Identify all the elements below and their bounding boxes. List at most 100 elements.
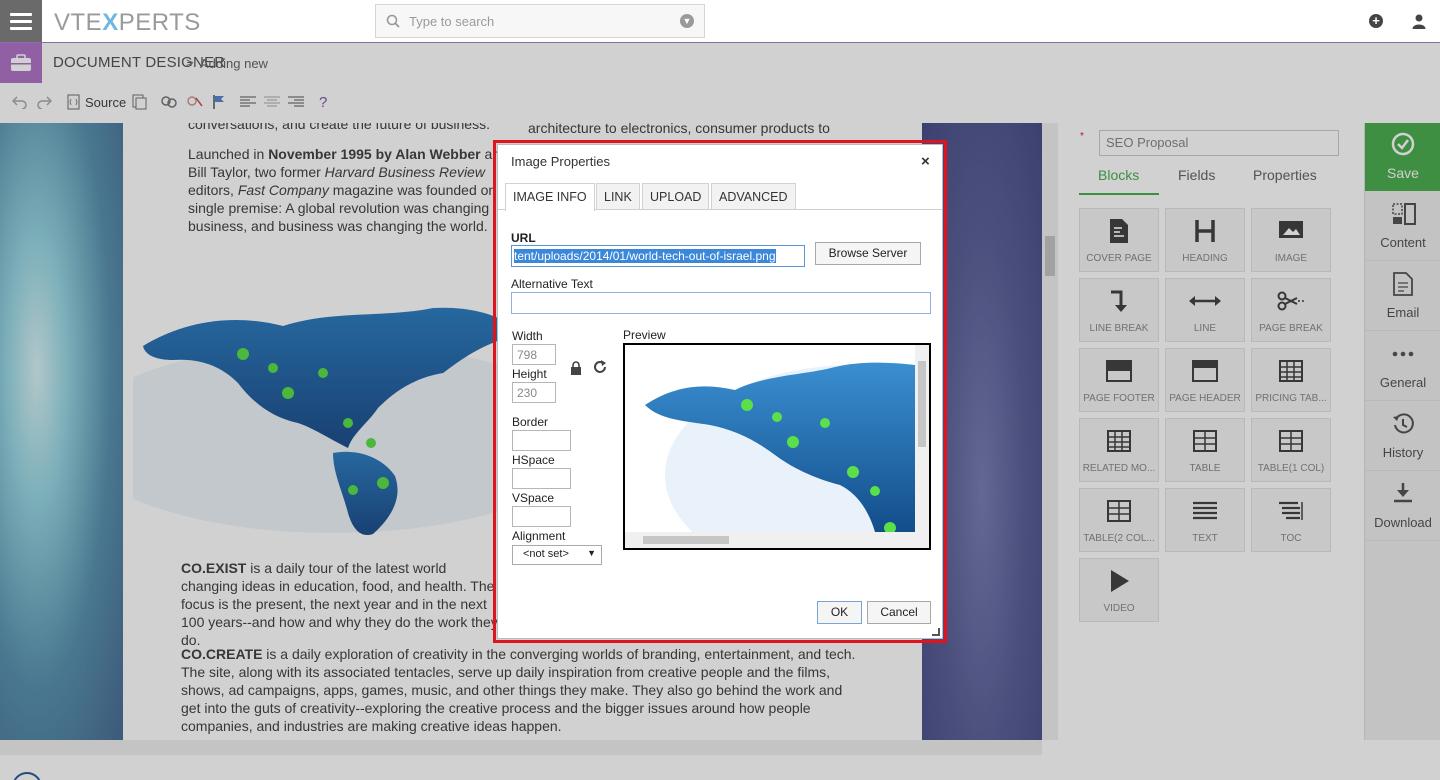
block-table[interactable]: TABLE bbox=[1165, 418, 1245, 482]
anchor-flag-icon[interactable] bbox=[212, 93, 226, 111]
tab-image-info[interactable]: IMAGE INFO bbox=[505, 183, 595, 211]
width-label: Width bbox=[512, 329, 543, 343]
sidebar-item-history[interactable]: History bbox=[1365, 401, 1440, 471]
source-button[interactable]: Source bbox=[66, 93, 126, 111]
block-table-1-col[interactable]: TABLE(1 COL) bbox=[1251, 418, 1331, 482]
alt-text-label: Alternative Text bbox=[511, 277, 593, 291]
table-icon bbox=[1107, 430, 1131, 452]
status-logo-icon bbox=[12, 772, 42, 780]
block-toc[interactable]: TOC bbox=[1251, 488, 1331, 552]
paragraph-coexist: CO.EXIST is a daily tour of the latest w… bbox=[181, 560, 498, 648]
heading-icon bbox=[1195, 220, 1215, 242]
tab-upload[interactable]: UPLOAD bbox=[642, 183, 710, 209]
line-break-icon bbox=[1111, 290, 1127, 312]
search-input[interactable]: Type to search bbox=[409, 14, 494, 29]
block-page-footer[interactable]: PAGE FOOTER bbox=[1079, 348, 1159, 412]
height-input[interactable]: 230 bbox=[512, 382, 556, 403]
url-input[interactable]: tent/uploads/2014/01/world-tech-out-of-i… bbox=[511, 245, 805, 267]
link-icon[interactable] bbox=[160, 93, 178, 111]
width-input[interactable]: 798 bbox=[512, 344, 556, 365]
align-center-icon[interactable] bbox=[264, 93, 280, 111]
border-input[interactable] bbox=[512, 430, 571, 451]
lock-ratio-icon[interactable] bbox=[570, 361, 582, 375]
templates-icon[interactable] bbox=[132, 93, 147, 111]
tab-blocks[interactable]: Blocks bbox=[1098, 167, 1139, 183]
page-footer-icon bbox=[1106, 360, 1132, 382]
scissors-icon bbox=[1277, 291, 1304, 311]
tab-properties[interactable]: Properties bbox=[1253, 167, 1317, 183]
hspace-input[interactable] bbox=[512, 468, 571, 489]
border-label: Border bbox=[512, 415, 549, 429]
block-page-header[interactable]: PAGE HEADER bbox=[1165, 348, 1245, 412]
email-document-icon bbox=[1393, 272, 1413, 296]
block-cover-page[interactable]: COVER PAGE bbox=[1079, 208, 1159, 272]
cancel-button[interactable]: Cancel bbox=[867, 601, 931, 624]
block-image[interactable]: IMAGE bbox=[1251, 208, 1331, 272]
close-icon[interactable]: × bbox=[921, 153, 930, 170]
align-left-icon[interactable] bbox=[240, 93, 256, 111]
text-lines-icon bbox=[1193, 501, 1217, 520]
tab-advanced[interactable]: ADVANCED bbox=[711, 183, 796, 209]
block-line-break[interactable]: LINE BREAK bbox=[1079, 278, 1159, 342]
vspace-input[interactable] bbox=[512, 506, 571, 527]
module-bar: DOCUMENT DESIGNER > Adding new bbox=[0, 43, 1440, 83]
layout-icon bbox=[1392, 203, 1416, 225]
tab-link[interactable]: LINK bbox=[596, 183, 640, 209]
browse-server-button[interactable]: Browse Server bbox=[815, 242, 921, 265]
template-name-input[interactable]: SEO Proposal bbox=[1099, 130, 1339, 156]
preview-horizontal-scrollbar[interactable] bbox=[625, 532, 929, 548]
align-right-icon[interactable] bbox=[288, 93, 304, 111]
sidebar-item-content[interactable]: Content bbox=[1365, 191, 1440, 261]
block-page-break[interactable]: PAGE BREAK bbox=[1251, 278, 1331, 342]
briefcase-icon[interactable] bbox=[0, 43, 42, 83]
breadcrumb-separator: > bbox=[186, 55, 194, 70]
help-icon[interactable]: ? bbox=[319, 93, 327, 111]
hspace-label: HSpace bbox=[512, 453, 555, 467]
top-bar: VTEXPERTS Type to search ▼ + bbox=[0, 0, 1440, 43]
save-button[interactable]: Save bbox=[1365, 123, 1440, 191]
check-circle-icon bbox=[1391, 132, 1415, 156]
height-label: Height bbox=[512, 367, 547, 381]
block-line[interactable]: LINE bbox=[1165, 278, 1245, 342]
tab-fields[interactable]: Fields bbox=[1178, 167, 1215, 183]
paragraph-launched: Launched in November 1995 by Alan Webber… bbox=[188, 146, 508, 234]
reset-size-icon[interactable] bbox=[593, 360, 607, 374]
table-icon bbox=[1279, 430, 1303, 452]
page-background-left bbox=[0, 123, 123, 740]
undo-icon[interactable] bbox=[12, 93, 28, 111]
more-dots-icon bbox=[1392, 351, 1414, 357]
block-text[interactable]: TEXT bbox=[1165, 488, 1245, 552]
search-dropdown-icon[interactable]: ▼ bbox=[680, 14, 694, 28]
redo-icon[interactable] bbox=[36, 93, 52, 111]
sidebar-item-email[interactable]: Email bbox=[1365, 261, 1440, 331]
history-icon bbox=[1393, 413, 1414, 434]
resize-handle-icon[interactable] bbox=[932, 628, 940, 636]
sidebar-item-download[interactable]: Download bbox=[1365, 471, 1440, 541]
app-logo[interactable]: VTEXPERTS bbox=[54, 9, 201, 37]
menu-icon[interactable] bbox=[0, 0, 42, 42]
blocks-panel: * SEO Proposal Blocks Fields Properties … bbox=[1058, 123, 1364, 740]
alignment-label: Alignment bbox=[512, 529, 566, 543]
block-related-modules[interactable]: RELATED MO... bbox=[1079, 418, 1159, 482]
quick-create-icon[interactable]: + bbox=[1369, 14, 1383, 28]
sidebar-item-general[interactable]: General bbox=[1365, 331, 1440, 401]
block-table-2-col[interactable]: TABLE(2 COL... bbox=[1079, 488, 1159, 552]
block-heading[interactable]: HEADING bbox=[1165, 208, 1245, 272]
user-icon[interactable] bbox=[1411, 13, 1427, 29]
ok-button[interactable]: OK bbox=[817, 601, 862, 624]
block-video[interactable]: VIDEO bbox=[1079, 558, 1159, 622]
vspace-label: VSpace bbox=[512, 491, 555, 505]
source-label: Source bbox=[85, 94, 127, 110]
editor-horizontal-scrollbar[interactable] bbox=[0, 740, 1042, 755]
table-icon bbox=[1279, 360, 1303, 382]
table-icon bbox=[1193, 430, 1217, 452]
image-icon bbox=[1279, 221, 1303, 238]
preview-vertical-scrollbar[interactable] bbox=[915, 345, 929, 532]
global-search[interactable]: Type to search ▼ bbox=[375, 4, 705, 38]
unlink-icon[interactable] bbox=[186, 93, 204, 111]
editor-vertical-scrollbar[interactable] bbox=[1042, 123, 1058, 740]
block-pricing-table[interactable]: PRICING TAB... bbox=[1251, 348, 1331, 412]
active-tab-indicator bbox=[1079, 193, 1159, 195]
alt-text-input[interactable] bbox=[511, 292, 931, 314]
alignment-select[interactable]: <not set> ▼ bbox=[512, 545, 602, 565]
